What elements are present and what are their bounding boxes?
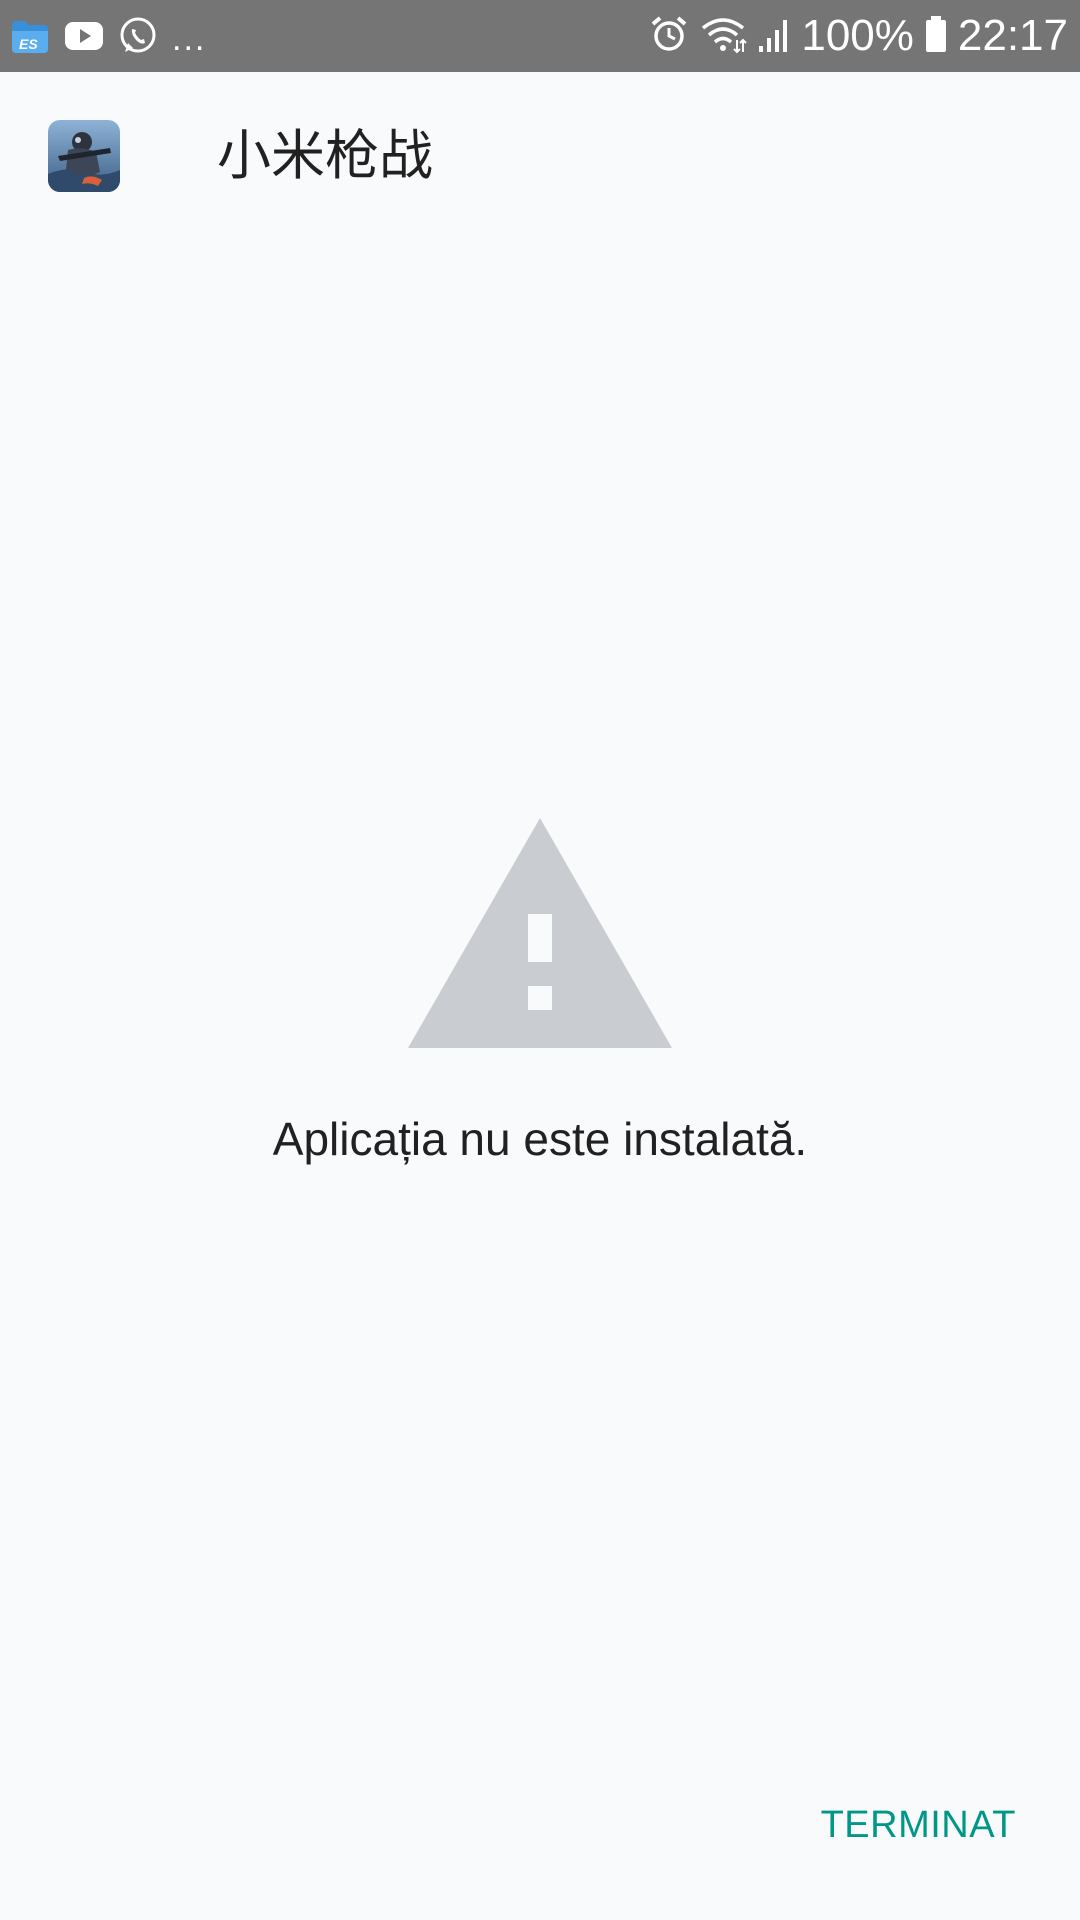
es-file-explorer-icon: ES [10,17,50,55]
notification-area: ES ... [10,0,220,72]
done-button[interactable]: TERMINAT [817,1790,1020,1860]
battery-percentage: 100% [801,11,914,60]
status-message: Aplicația nu este instalată. [272,1113,808,1165]
signal-icon [757,14,791,59]
app-header: 小米枪战 [0,72,1080,242]
clock: 22:17 [957,11,1068,60]
app-name: 小米枪战 [217,124,433,187]
alarm-icon [649,14,689,59]
app-icon [48,120,120,192]
system-status-area: 100% 22:17 [639,0,1068,72]
wifi-icon [699,14,748,59]
svg-text:ES: ES [19,36,38,52]
battery-icon [924,14,948,59]
youtube-icon [64,21,104,51]
warning-icon [408,818,672,1048]
more-notifications-indicator: ... [172,20,207,58]
status-bar: ES ... 100% 22:17 [0,0,1080,72]
whatsapp-icon [118,16,158,56]
